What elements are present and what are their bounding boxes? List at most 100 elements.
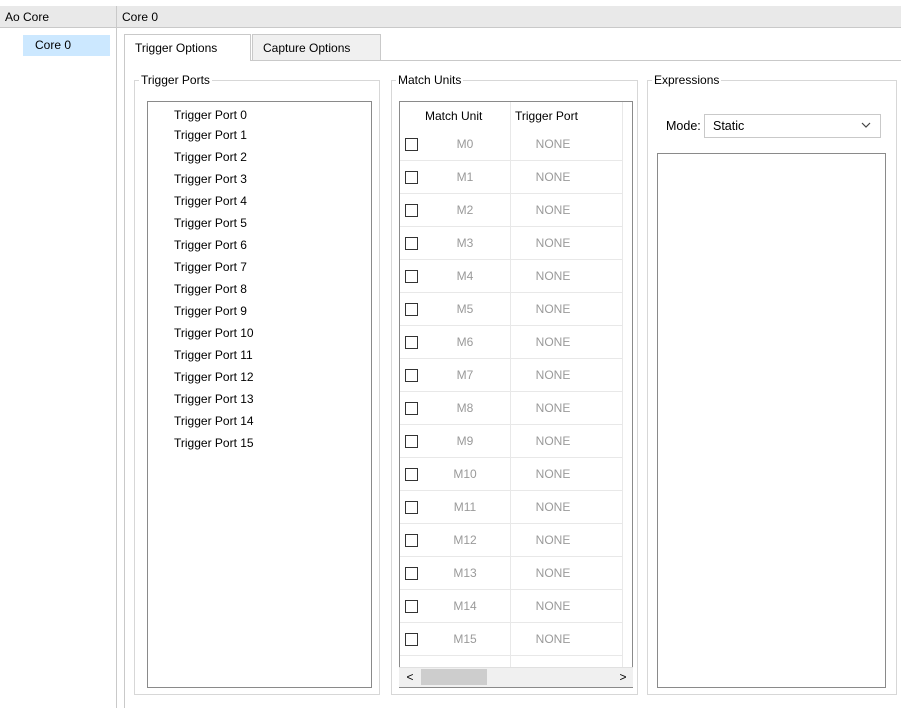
match-unit-name: M14 bbox=[453, 599, 477, 613]
scroll-left-icon[interactable]: < bbox=[402, 669, 418, 685]
chevron-down-icon[interactable] bbox=[859, 118, 873, 134]
row-divider bbox=[400, 193, 622, 194]
match-unit-name: M5 bbox=[456, 302, 474, 316]
mode-select[interactable]: Static bbox=[704, 114, 881, 138]
trigger-port-item[interactable]: Trigger Port 11 bbox=[174, 348, 253, 362]
match-unit-name: M7 bbox=[456, 368, 474, 382]
match-unit-trigger-port[interactable]: NONE bbox=[518, 335, 588, 349]
match-units-table[interactable]: Match Unit Trigger Port M0 NONE M1 NONE M2 NO… bbox=[399, 101, 633, 688]
tab-capture-options[interactable]: Capture Options bbox=[252, 34, 381, 61]
trigger-port-item[interactable]: Trigger Port 9 bbox=[174, 304, 247, 318]
row-divider bbox=[400, 226, 622, 227]
match-unit-name: M10 bbox=[453, 467, 477, 481]
match-unit-checkbox[interactable] bbox=[405, 567, 418, 580]
row-divider bbox=[400, 655, 622, 656]
match-unit-trigger-port[interactable]: NONE bbox=[518, 632, 588, 646]
trigger-port-item[interactable]: Trigger Port 1 bbox=[174, 128, 247, 142]
match-units-title: Match Units bbox=[396, 72, 464, 88]
row-divider bbox=[400, 556, 622, 557]
trigger-port-item[interactable]: Trigger Port 12 bbox=[174, 370, 254, 384]
match-unit-name: M12 bbox=[453, 533, 477, 547]
row-divider bbox=[400, 292, 622, 293]
trigger-ports-title: Trigger Ports bbox=[139, 72, 212, 88]
tab-trigger-options[interactable]: Trigger Options bbox=[124, 34, 251, 61]
match-unit-checkbox[interactable] bbox=[405, 534, 418, 547]
match-unit-checkbox[interactable] bbox=[405, 138, 418, 151]
match-unit-name: M1 bbox=[456, 170, 474, 184]
trigger-port-item[interactable]: Trigger Port 2 bbox=[174, 150, 247, 164]
trigger-port-item[interactable]: Trigger Port 10 bbox=[174, 326, 254, 340]
trigger-port-item[interactable]: Trigger Port 5 bbox=[174, 216, 247, 230]
match-unit-trigger-port[interactable]: NONE bbox=[518, 500, 588, 514]
match-unit-trigger-port[interactable]: NONE bbox=[518, 302, 588, 316]
trigger-port-item[interactable]: Trigger Port 4 bbox=[174, 194, 247, 208]
match-unit-name: M15 bbox=[453, 632, 477, 646]
match-unit-checkbox[interactable] bbox=[405, 435, 418, 448]
column-divider bbox=[622, 102, 623, 668]
match-unit-name: M4 bbox=[456, 269, 474, 283]
match-unit-checkbox[interactable] bbox=[405, 468, 418, 481]
match-unit-checkbox[interactable] bbox=[405, 600, 418, 613]
trigger-port-item[interactable]: Trigger Port 8 bbox=[174, 282, 247, 296]
row-divider bbox=[400, 457, 622, 458]
column-divider bbox=[510, 102, 511, 668]
row-divider bbox=[400, 424, 622, 425]
column-header-match-unit: Match Unit bbox=[425, 109, 483, 123]
match-unit-trigger-port[interactable]: NONE bbox=[518, 368, 588, 382]
row-divider bbox=[400, 490, 622, 491]
match-unit-checkbox[interactable] bbox=[405, 204, 418, 217]
expression-editor[interactable] bbox=[657, 153, 886, 688]
match-unit-name: M11 bbox=[453, 500, 477, 514]
match-unit-checkbox[interactable] bbox=[405, 303, 418, 316]
match-unit-name: M8 bbox=[456, 401, 474, 415]
match-unit-trigger-port[interactable]: NONE bbox=[518, 170, 588, 184]
match-unit-checkbox[interactable] bbox=[405, 336, 418, 349]
expressions-title: Expressions bbox=[652, 72, 722, 88]
scroll-right-icon[interactable]: > bbox=[615, 669, 631, 685]
match-unit-name: M9 bbox=[456, 434, 474, 448]
trigger-ports-list[interactable]: Trigger Port 0 Trigger Port 1 Trigger Port… bbox=[147, 101, 372, 688]
scrollbar-thumb[interactable] bbox=[421, 669, 487, 685]
match-unit-checkbox[interactable] bbox=[405, 270, 418, 283]
match-unit-checkbox[interactable] bbox=[405, 633, 418, 646]
match-unit-trigger-port[interactable]: NONE bbox=[518, 566, 588, 580]
row-divider bbox=[400, 589, 622, 590]
match-unit-checkbox[interactable] bbox=[405, 402, 418, 415]
tree-item-core-0[interactable]: Core 0 bbox=[23, 35, 110, 56]
row-divider bbox=[400, 259, 622, 260]
column-header-trigger-port: Trigger Port bbox=[515, 109, 578, 123]
match-unit-trigger-port[interactable]: NONE bbox=[518, 467, 588, 481]
row-divider bbox=[400, 325, 622, 326]
match-unit-checkbox[interactable] bbox=[405, 237, 418, 250]
match-unit-trigger-port[interactable]: NONE bbox=[518, 533, 588, 547]
match-unit-name: M0 bbox=[456, 137, 474, 151]
match-unit-checkbox[interactable] bbox=[405, 369, 418, 382]
match-unit-name: M2 bbox=[456, 203, 474, 217]
match-unit-checkbox[interactable] bbox=[405, 171, 418, 184]
core-tree-panel bbox=[0, 28, 117, 708]
match-unit-trigger-port[interactable]: NONE bbox=[518, 269, 588, 283]
trigger-port-item[interactable]: Trigger Port 13 bbox=[174, 392, 254, 406]
row-divider bbox=[400, 523, 622, 524]
match-unit-trigger-port[interactable]: NONE bbox=[518, 236, 588, 250]
match-unit-trigger-port[interactable]: NONE bbox=[518, 401, 588, 415]
trigger-port-item[interactable]: Trigger Port 14 bbox=[174, 414, 254, 428]
trigger-port-item[interactable]: Trigger Port 15 bbox=[174, 436, 254, 450]
match-unit-trigger-port[interactable]: NONE bbox=[518, 434, 588, 448]
match-unit-checkbox[interactable] bbox=[405, 501, 418, 514]
row-divider bbox=[400, 622, 622, 623]
trigger-port-item[interactable]: Trigger Port 0 bbox=[174, 108, 247, 122]
mode-label: Mode: bbox=[666, 119, 701, 133]
column-header-ao-core: Ao Core bbox=[0, 6, 117, 28]
match-unit-trigger-port[interactable]: NONE bbox=[518, 137, 588, 151]
column-header-core: Core 0 bbox=[117, 6, 901, 28]
trigger-port-item[interactable]: Trigger Port 7 bbox=[174, 260, 247, 274]
row-divider bbox=[400, 160, 622, 161]
trigger-port-item[interactable]: Trigger Port 6 bbox=[174, 238, 247, 252]
trigger-port-item[interactable]: Trigger Port 3 bbox=[174, 172, 247, 186]
row-divider bbox=[400, 391, 622, 392]
match-unit-name: M3 bbox=[456, 236, 474, 250]
match-unit-trigger-port[interactable]: NONE bbox=[518, 599, 588, 613]
match-unit-name: M6 bbox=[456, 335, 474, 349]
match-unit-trigger-port[interactable]: NONE bbox=[518, 203, 588, 217]
